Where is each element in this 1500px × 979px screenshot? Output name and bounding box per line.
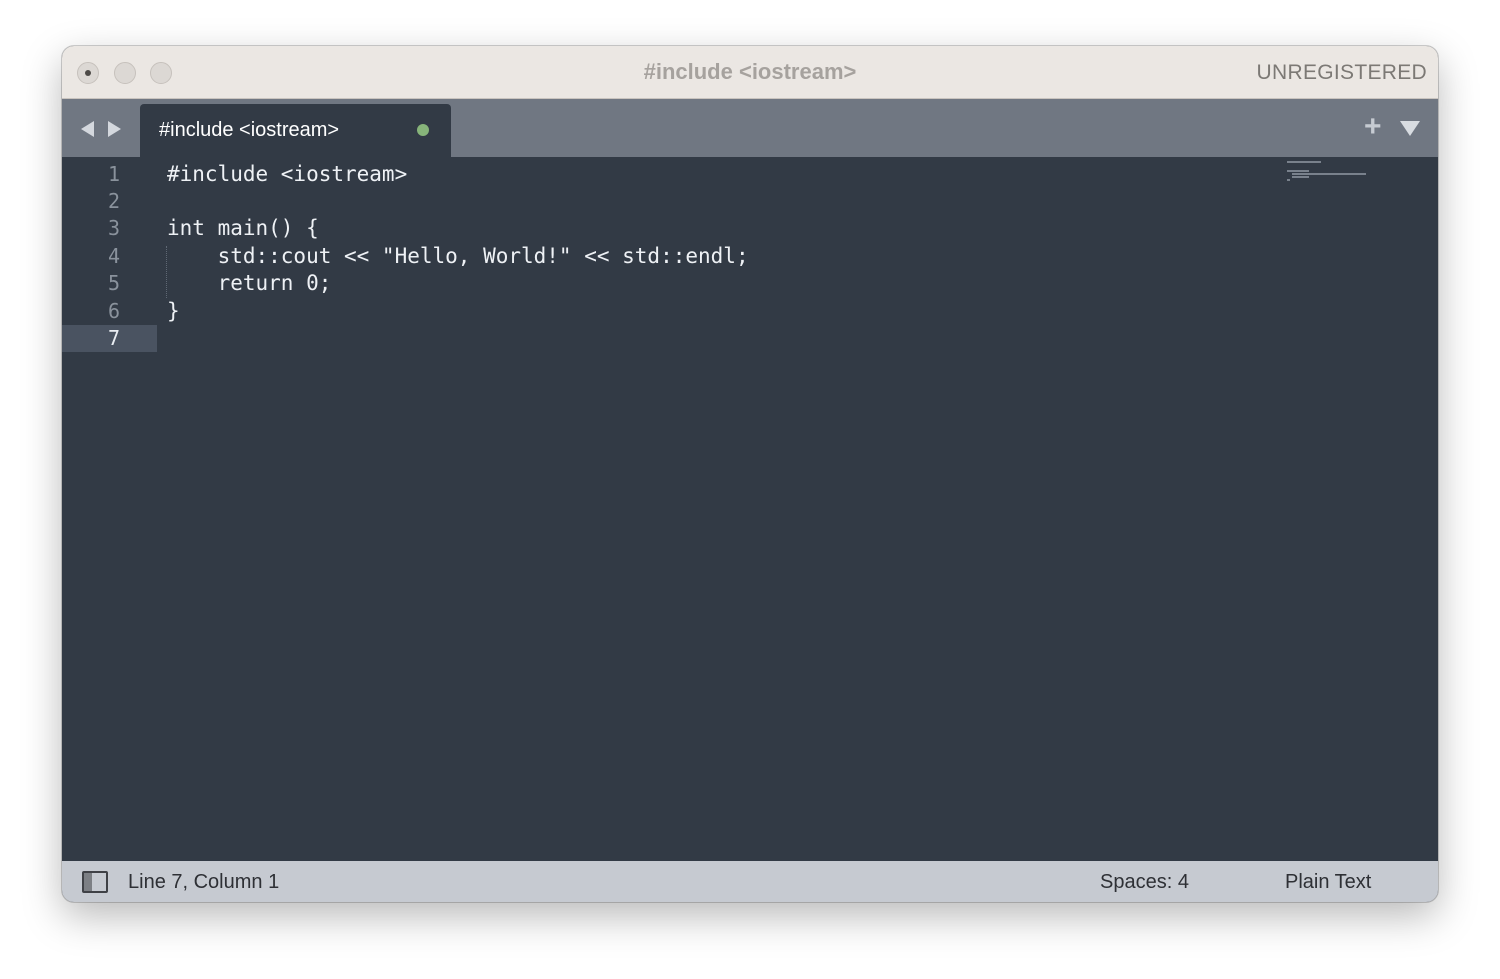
code-line[interactable]: } xyxy=(167,298,180,325)
minimap-line xyxy=(1287,161,1321,163)
unsaved-indicator-icon[interactable] xyxy=(417,124,429,136)
line-number: 6 xyxy=(107,299,120,323)
editor-window: #include <iostream> UNREGISTERED #includ… xyxy=(62,46,1438,902)
registration-status: UNREGISTERED xyxy=(1256,61,1427,84)
minimap-line xyxy=(1292,176,1309,178)
minimap[interactable] xyxy=(1287,161,1377,189)
title-bar: #include <iostream> UNREGISTERED xyxy=(62,46,1438,99)
syntax-selector[interactable]: Plain Text xyxy=(1285,871,1371,894)
line-number-gutter: 1 2 3 4 5 6 7 xyxy=(62,157,157,861)
line-number: 1 xyxy=(107,162,120,186)
code-line[interactable]: return 0; xyxy=(167,270,332,297)
plus-icon[interactable]: + xyxy=(1364,112,1382,142)
status-bar: Line 7, Column 1 Spaces: 4 Plain Text xyxy=(62,861,1438,902)
triangle-down-icon[interactable] xyxy=(1400,121,1420,136)
current-line-number: 7 xyxy=(62,325,157,352)
indentation-setting[interactable]: Spaces: 4 xyxy=(1100,871,1189,894)
minimap-line xyxy=(1287,170,1309,172)
tab-label: #include <iostream> xyxy=(159,119,340,141)
line-number: 2 xyxy=(107,189,120,213)
code-editor[interactable]: 1 2 3 4 5 6 7 #include <iostream> int ma… xyxy=(62,157,1438,861)
sidebar-pane-icon xyxy=(84,873,92,891)
code-line[interactable]: #include <iostream> xyxy=(167,161,407,188)
cursor-position[interactable]: Line 7, Column 1 xyxy=(128,871,279,894)
minimap-line xyxy=(1292,173,1366,175)
sidebar-toggle-icon[interactable] xyxy=(82,871,108,893)
code-line[interactable]: int main() { xyxy=(167,215,319,242)
line-number: 3 xyxy=(107,216,120,240)
line-number: 4 xyxy=(107,244,120,268)
triangle-left-icon[interactable] xyxy=(81,121,94,137)
line-number: 5 xyxy=(107,271,120,295)
tab-bar: #include <iostream> + xyxy=(62,99,1438,157)
code-line[interactable]: std::cout << "Hello, World!" << std::end… xyxy=(167,243,749,270)
window-title: #include <iostream> xyxy=(643,59,857,84)
triangle-right-icon[interactable] xyxy=(108,121,121,137)
tab-file[interactable]: #include <iostream> xyxy=(140,104,451,157)
minimap-line xyxy=(1287,179,1290,181)
